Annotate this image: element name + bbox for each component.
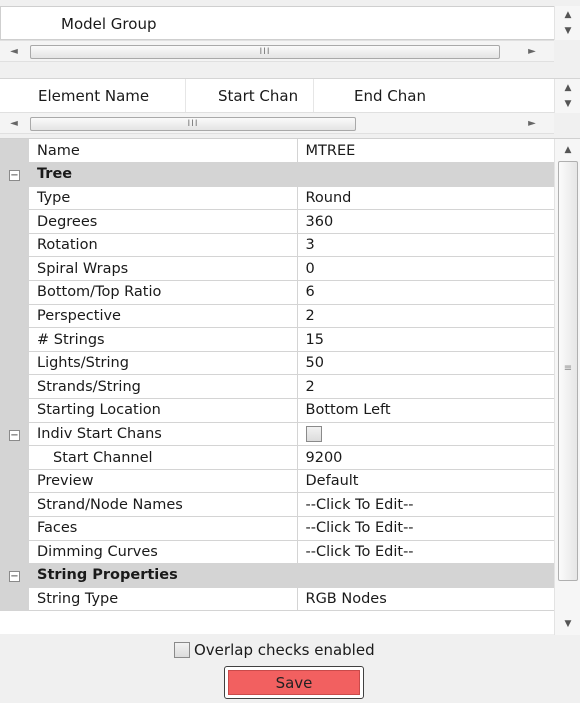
scroll-up-icon[interactable]: ▲: [555, 8, 580, 22]
category-row[interactable]: − Tree: [0, 162, 554, 187]
column-start-chan[interactable]: Start Chan: [186, 79, 314, 113]
property-value[interactable]: Bottom Left: [297, 398, 554, 423]
scroll-thumb[interactable]: ≡: [558, 161, 578, 581]
collapse-icon[interactable]: −: [9, 429, 20, 441]
property-name: Spiral Wraps: [29, 256, 298, 282]
property-value[interactable]: --Click To Edit--: [297, 540, 554, 565]
scroll-down-icon[interactable]: ▼: [555, 24, 580, 38]
property-name: Dimming Curves: [29, 540, 298, 565]
scroll-thumb[interactable]: III: [30, 45, 500, 59]
property-row[interactable]: − Indiv Start Chans: [0, 422, 554, 447]
property-value[interactable]: 2: [297, 374, 554, 400]
element-list-horizontal-scrollbar[interactable]: ◄ III ►: [0, 112, 554, 134]
property-row[interactable]: Perspective 2: [0, 304, 554, 329]
category-row[interactable]: − String Properties: [0, 563, 554, 588]
property-value[interactable]: RGB Nodes: [297, 587, 554, 612]
property-row[interactable]: Faces --Click To Edit--: [0, 516, 554, 541]
scroll-right-icon[interactable]: ►: [522, 113, 542, 135]
category-label: Tree: [29, 162, 297, 187]
property-table: Name MTREE − Tree Type Round Degrees 360 R…: [0, 139, 554, 612]
property-name: Preview: [29, 469, 298, 494]
scroll-right-icon[interactable]: ►: [522, 41, 542, 63]
property-value[interactable]: Round: [297, 186, 554, 211]
property-row[interactable]: Dimming Curves --Click To Edit--: [0, 540, 554, 565]
property-value[interactable]: MTREE: [297, 139, 554, 164]
column-end-chan[interactable]: End Chan: [314, 79, 458, 113]
property-name: Faces: [29, 516, 298, 541]
property-value[interactable]: --Click To Edit--: [297, 492, 554, 517]
scroll-left-icon[interactable]: ◄: [4, 113, 24, 135]
column-element-name[interactable]: Element Name: [0, 79, 186, 113]
property-row[interactable]: Spiral Wraps 0: [0, 256, 554, 282]
scroll-left-icon[interactable]: ◄: [4, 41, 24, 63]
property-row[interactable]: # Strings 15: [0, 327, 554, 352]
property-row[interactable]: Starting Location Bottom Left: [0, 398, 554, 423]
indiv-start-chans-checkbox[interactable]: [305, 425, 322, 442]
property-name: Name: [29, 139, 298, 164]
collapse-icon[interactable]: −: [9, 571, 20, 583]
property-row[interactable]: Strand/Node Names --Click To Edit--: [0, 492, 554, 517]
property-name: Lights/String: [29, 351, 298, 376]
property-value[interactable]: 2: [297, 304, 554, 329]
property-name: String Type: [29, 587, 298, 612]
model-list-horizontal-scrollbar[interactable]: ◄ III ►: [0, 40, 554, 62]
overlap-checks-label: Overlap checks enabled: [194, 641, 375, 659]
save-button[interactable]: Save: [224, 666, 364, 699]
save-button-label: Save: [228, 670, 360, 695]
property-row[interactable]: Degrees 360: [0, 209, 554, 234]
property-row[interactable]: Rotation 3: [0, 233, 554, 258]
property-value[interactable]: 15: [297, 327, 554, 352]
scroll-down-icon[interactable]: ▼: [555, 97, 580, 111]
property-name: Type: [29, 186, 298, 211]
property-value[interactable]: Default: [297, 469, 554, 494]
property-name: Perspective: [29, 304, 298, 329]
property-name: Bottom/Top Ratio: [29, 280, 298, 305]
property-row[interactable]: Start Channel 9200: [0, 445, 554, 470]
element-list[interactable]: Element Name Start Chan End Chan ▲ ▼: [0, 78, 580, 113]
property-row[interactable]: Bottom/Top Ratio 6: [0, 280, 554, 305]
element-list-vertical-scrollbar[interactable]: ▲ ▼: [554, 79, 580, 113]
property-name: Degrees: [29, 209, 298, 234]
property-name: Start Channel: [29, 445, 298, 470]
property-name: # Strings: [29, 327, 298, 352]
property-grid: Name MTREE − Tree Type Round Degrees 360 R…: [0, 138, 580, 635]
scroll-down-icon[interactable]: ▼: [555, 617, 580, 631]
property-row[interactable]: Strands/String 2: [0, 374, 554, 400]
property-name: Rotation: [29, 233, 298, 258]
property-row[interactable]: Preview Default: [0, 469, 554, 494]
collapse-icon[interactable]: −: [9, 170, 20, 182]
scroll-thumb[interactable]: III: [30, 117, 356, 131]
property-row[interactable]: String Type RGB Nodes: [0, 587, 554, 612]
property-value[interactable]: 50: [297, 351, 554, 376]
model-list-vertical-scrollbar[interactable]: ▲ ▼: [554, 6, 580, 40]
property-value[interactable]: --Click To Edit--: [297, 516, 554, 541]
property-value[interactable]: 360: [297, 209, 554, 234]
property-name: Strands/String: [29, 374, 298, 400]
property-row[interactable]: Type Round: [0, 186, 554, 211]
property-name: Starting Location: [29, 398, 298, 423]
overlap-checks-option[interactable]: Overlap checks enabled: [174, 641, 375, 659]
model-group-list[interactable]: Model Group ▲ ▼: [0, 6, 580, 41]
property-value[interactable]: 6: [297, 280, 554, 305]
grip-icon: ≡: [563, 363, 573, 374]
property-name: Indiv Start Chans: [29, 422, 298, 447]
property-row[interactable]: Name MTREE: [0, 139, 554, 164]
property-value[interactable]: 0: [297, 256, 554, 282]
property-value[interactable]: 9200: [297, 445, 554, 470]
scroll-up-icon[interactable]: ▲: [555, 143, 580, 157]
property-row[interactable]: Lights/String 50: [0, 351, 554, 376]
property-grid-vertical-scrollbar[interactable]: ▲ ≡ ▼: [554, 139, 580, 635]
category-label: String Properties: [29, 563, 297, 588]
property-name: Strand/Node Names: [29, 492, 298, 517]
scroll-up-icon[interactable]: ▲: [555, 81, 580, 95]
model-group-header[interactable]: Model Group: [1, 7, 553, 41]
property-value[interactable]: 3: [297, 233, 554, 258]
overlap-checks-checkbox[interactable]: [174, 642, 190, 658]
